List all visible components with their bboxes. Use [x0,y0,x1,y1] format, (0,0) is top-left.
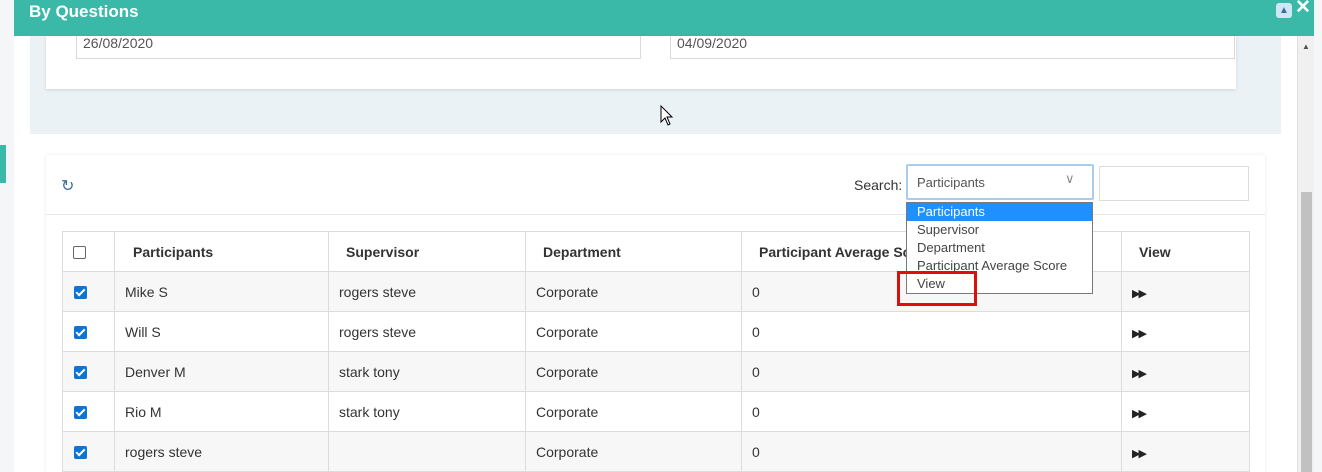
chevron-down-icon: ∨ [1065,171,1075,186]
fast-forward-icon[interactable]: ▶▶ [1132,368,1147,380]
supervisor-cell: stark tony [328,391,526,432]
refresh-button[interactable]: ↻ [61,179,77,195]
table-row: rogers steve Corporate 0 ▶▶ [62,431,1250,472]
row-checkbox[interactable] [74,286,87,300]
background-page-edge [1314,0,1322,472]
view-cell: ▶▶ [1121,391,1250,432]
select-all-checkbox[interactable] [73,246,86,260]
participant-cell: Denver M [114,351,329,392]
fast-forward-icon[interactable]: ▶▶ [1132,448,1147,460]
dialog-scrollbar[interactable]: ▲ [1297,36,1314,472]
highlight-box [897,271,977,306]
view-cell: ▶▶ [1121,271,1250,312]
row-select-cell [62,271,115,312]
view-cell: ▶▶ [1121,351,1250,392]
participant-cell: Mike S [114,271,329,312]
dropdown-option-department[interactable]: Department [907,239,1092,257]
supervisor-cell [328,431,526,472]
view-cell: ▶▶ [1121,431,1250,472]
dialog-content: 26/08/2020 04/09/2020 ↻ Search: Particip… [14,36,1297,472]
column-header-department[interactable]: Department [525,231,742,272]
score-cell: 0 [741,391,1122,432]
dialog-title: By Questions [29,2,139,21]
search-input[interactable] [1099,166,1249,201]
row-select-cell [62,391,115,432]
supervisor-cell: rogers steve [328,311,526,352]
supervisor-cell: rogers steve [328,271,526,312]
scrollbar-thumb[interactable] [1301,192,1312,472]
view-cell: ▶▶ [1121,311,1250,352]
fast-forward-icon[interactable]: ▶▶ [1132,328,1147,340]
department-cell: Corporate [525,351,742,392]
department-cell: Corporate [525,271,742,312]
row-checkbox[interactable] [74,406,87,420]
row-select-cell [62,311,115,352]
fast-forward-icon[interactable]: ▶▶ [1132,408,1147,420]
search-field-select[interactable]: Participants ∨ [906,164,1094,200]
row-select-cell [62,431,115,472]
close-icon: ✕ [1295,0,1311,18]
collapse-button[interactable]: ▲ [1276,3,1292,18]
filter-area: 26/08/2020 04/09/2020 [30,36,1281,134]
participant-cell: rogers steve [114,431,329,472]
table-row: Rio M stark tony Corporate 0 ▶▶ [62,391,1250,432]
department-cell: Corporate [525,431,742,472]
score-cell: 0 [741,311,1122,352]
participant-cell: Rio M [114,391,329,432]
row-checkbox[interactable] [74,326,87,340]
close-button[interactable]: ✕ [1294,0,1312,18]
search-label: Search: [854,177,903,193]
mouse-cursor-icon [660,105,674,126]
row-checkbox[interactable] [74,446,87,460]
participant-cell: Will S [114,311,329,352]
scroll-up-icon[interactable]: ▲ [1302,42,1310,51]
department-cell: Corporate [525,311,742,352]
filter-card: 26/08/2020 04/09/2020 [46,36,1236,89]
chevron-up-icon: ▲ [1279,5,1289,16]
supervisor-cell: stark tony [328,351,526,392]
background-accent [0,145,6,183]
score-cell: 0 [741,351,1122,392]
background-page-strip [0,0,15,472]
row-select-cell [62,351,115,392]
fast-forward-icon[interactable]: ▶▶ [1132,288,1147,300]
start-date-field[interactable]: 26/08/2020 [76,36,641,59]
column-header-view[interactable]: View [1121,231,1250,272]
end-date-field[interactable]: 04/09/2020 [670,36,1235,59]
score-cell: 0 [741,431,1122,472]
dropdown-option-supervisor[interactable]: Supervisor [907,221,1092,239]
search-select-value: Participants [917,175,985,190]
table-row: Will S rogers steve Corporate 0 ▶▶ [62,311,1250,352]
department-cell: Corporate [525,391,742,432]
refresh-icon: ↻ [61,178,75,195]
dropdown-option-participants[interactable]: Participants [907,203,1092,221]
select-all-header [62,231,115,272]
dialog-titlebar: By Questions ▲ ✕ [14,0,1322,36]
column-header-participants[interactable]: Participants [114,231,329,272]
column-header-supervisor[interactable]: Supervisor [328,231,526,272]
row-checkbox[interactable] [74,366,87,380]
table-row: Denver M stark tony Corporate 0 ▶▶ [62,351,1250,392]
